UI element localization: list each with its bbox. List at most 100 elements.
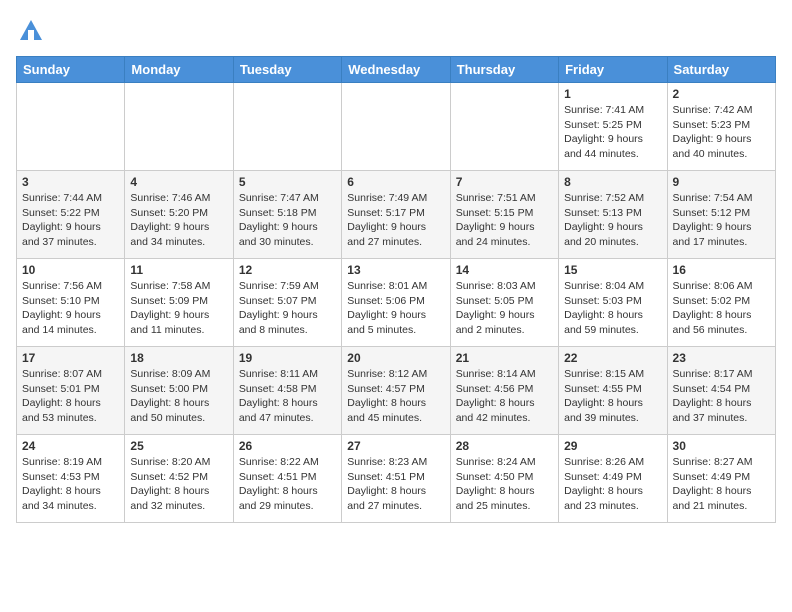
day-info: Sunrise: 8:20 AMSunset: 4:52 PMDaylight:…: [130, 455, 227, 514]
day-info: Sunrise: 8:11 AMSunset: 4:58 PMDaylight:…: [239, 367, 336, 426]
day-number: 2: [673, 87, 770, 101]
calendar-header-row: SundayMondayTuesdayWednesdayThursdayFrid…: [17, 57, 776, 83]
logo: [16, 16, 50, 46]
calendar-week-row: 24 Sunrise: 8:19 AMSunset: 4:53 PMDayligh…: [17, 435, 776, 523]
day-number: 23: [673, 351, 770, 365]
calendar-cell: 1 Sunrise: 7:41 AMSunset: 5:25 PMDaylight…: [559, 83, 667, 171]
day-number: 30: [673, 439, 770, 453]
day-info: Sunrise: 7:42 AMSunset: 5:23 PMDaylight:…: [673, 103, 770, 162]
day-info: Sunrise: 7:56 AMSunset: 5:10 PMDaylight:…: [22, 279, 119, 338]
calendar-day-header: Monday: [125, 57, 233, 83]
calendar-cell: 20 Sunrise: 8:12 AMSunset: 4:57 PMDayligh…: [342, 347, 450, 435]
day-number: 1: [564, 87, 661, 101]
calendar-cell: [233, 83, 341, 171]
calendar-week-row: 1 Sunrise: 7:41 AMSunset: 5:25 PMDaylight…: [17, 83, 776, 171]
day-info: Sunrise: 8:17 AMSunset: 4:54 PMDaylight:…: [673, 367, 770, 426]
day-info: Sunrise: 8:14 AMSunset: 4:56 PMDaylight:…: [456, 367, 553, 426]
calendar-cell: 8 Sunrise: 7:52 AMSunset: 5:13 PMDaylight…: [559, 171, 667, 259]
calendar-day-header: Sunday: [17, 57, 125, 83]
day-number: 10: [22, 263, 119, 277]
day-number: 25: [130, 439, 227, 453]
calendar-cell: 10 Sunrise: 7:56 AMSunset: 5:10 PMDayligh…: [17, 259, 125, 347]
calendar-cell: 6 Sunrise: 7:49 AMSunset: 5:17 PMDaylight…: [342, 171, 450, 259]
calendar-cell: 3 Sunrise: 7:44 AMSunset: 5:22 PMDaylight…: [17, 171, 125, 259]
day-info: Sunrise: 8:19 AMSunset: 4:53 PMDaylight:…: [22, 455, 119, 514]
day-number: 7: [456, 175, 553, 189]
calendar-cell: 18 Sunrise: 8:09 AMSunset: 5:00 PMDayligh…: [125, 347, 233, 435]
day-number: 9: [673, 175, 770, 189]
day-number: 13: [347, 263, 444, 277]
calendar-day-header: Wednesday: [342, 57, 450, 83]
calendar-cell: 23 Sunrise: 8:17 AMSunset: 4:54 PMDayligh…: [667, 347, 775, 435]
day-info: Sunrise: 8:22 AMSunset: 4:51 PMDaylight:…: [239, 455, 336, 514]
calendar-cell: 5 Sunrise: 7:47 AMSunset: 5:18 PMDaylight…: [233, 171, 341, 259]
calendar-cell: 2 Sunrise: 7:42 AMSunset: 5:23 PMDaylight…: [667, 83, 775, 171]
calendar-cell: [450, 83, 558, 171]
calendar-cell: 7 Sunrise: 7:51 AMSunset: 5:15 PMDaylight…: [450, 171, 558, 259]
calendar-cell: 13 Sunrise: 8:01 AMSunset: 5:06 PMDayligh…: [342, 259, 450, 347]
day-number: 11: [130, 263, 227, 277]
day-number: 12: [239, 263, 336, 277]
calendar-cell: 21 Sunrise: 8:14 AMSunset: 4:56 PMDayligh…: [450, 347, 558, 435]
calendar-cell: [17, 83, 125, 171]
day-info: Sunrise: 7:51 AMSunset: 5:15 PMDaylight:…: [456, 191, 553, 250]
calendar-table: SundayMondayTuesdayWednesdayThursdayFrid…: [16, 56, 776, 523]
logo-icon: [16, 16, 46, 46]
day-number: 14: [456, 263, 553, 277]
day-number: 18: [130, 351, 227, 365]
day-info: Sunrise: 8:04 AMSunset: 5:03 PMDaylight:…: [564, 279, 661, 338]
day-number: 22: [564, 351, 661, 365]
calendar-cell: 28 Sunrise: 8:24 AMSunset: 4:50 PMDayligh…: [450, 435, 558, 523]
day-info: Sunrise: 7:41 AMSunset: 5:25 PMDaylight:…: [564, 103, 661, 162]
calendar-cell: 4 Sunrise: 7:46 AMSunset: 5:20 PMDaylight…: [125, 171, 233, 259]
day-info: Sunrise: 8:12 AMSunset: 4:57 PMDaylight:…: [347, 367, 444, 426]
day-number: 29: [564, 439, 661, 453]
day-info: Sunrise: 7:49 AMSunset: 5:17 PMDaylight:…: [347, 191, 444, 250]
day-number: 27: [347, 439, 444, 453]
calendar-cell: [342, 83, 450, 171]
calendar-day-header: Saturday: [667, 57, 775, 83]
day-number: 19: [239, 351, 336, 365]
calendar-cell: 17 Sunrise: 8:07 AMSunset: 5:01 PMDayligh…: [17, 347, 125, 435]
calendar-cell: 11 Sunrise: 7:58 AMSunset: 5:09 PMDayligh…: [125, 259, 233, 347]
day-info: Sunrise: 7:46 AMSunset: 5:20 PMDaylight:…: [130, 191, 227, 250]
day-number: 3: [22, 175, 119, 189]
day-info: Sunrise: 8:09 AMSunset: 5:00 PMDaylight:…: [130, 367, 227, 426]
day-info: Sunrise: 7:58 AMSunset: 5:09 PMDaylight:…: [130, 279, 227, 338]
day-info: Sunrise: 8:24 AMSunset: 4:50 PMDaylight:…: [456, 455, 553, 514]
day-number: 24: [22, 439, 119, 453]
calendar-week-row: 3 Sunrise: 7:44 AMSunset: 5:22 PMDaylight…: [17, 171, 776, 259]
day-info: Sunrise: 7:59 AMSunset: 5:07 PMDaylight:…: [239, 279, 336, 338]
calendar-cell: 25 Sunrise: 8:20 AMSunset: 4:52 PMDayligh…: [125, 435, 233, 523]
day-number: 20: [347, 351, 444, 365]
calendar-day-header: Thursday: [450, 57, 558, 83]
calendar-cell: [125, 83, 233, 171]
calendar-cell: 15Sunrise: 8:04 AMSunset: 5:03 PMDayligh…: [559, 259, 667, 347]
day-number: 5: [239, 175, 336, 189]
calendar-cell: 30Sunrise: 8:27 AMSunset: 4:49 PMDayligh…: [667, 435, 775, 523]
page: SundayMondayTuesdayWednesdayThursdayFrid…: [0, 0, 792, 612]
calendar-cell: 27 Sunrise: 8:23 AMSunset: 4:51 PMDayligh…: [342, 435, 450, 523]
day-info: Sunrise: 7:44 AMSunset: 5:22 PMDaylight:…: [22, 191, 119, 250]
day-number: 26: [239, 439, 336, 453]
day-info: Sunrise: 7:47 AMSunset: 5:18 PMDaylight:…: [239, 191, 336, 250]
calendar-cell: 16 Sunrise: 8:06 AMSunset: 5:02 PMDayligh…: [667, 259, 775, 347]
day-info: Sunrise: 8:23 AMSunset: 4:51 PMDaylight:…: [347, 455, 444, 514]
day-info: Sunrise: 7:52 AMSunset: 5:13 PMDaylight:…: [564, 191, 661, 250]
day-info: Sunrise: 8:06 AMSunset: 5:02 PMDaylight:…: [673, 279, 770, 338]
day-number: 6: [347, 175, 444, 189]
day-number: 8: [564, 175, 661, 189]
header: [16, 16, 776, 46]
calendar-cell: 29Sunrise: 8:26 AMSunset: 4:49 PMDayligh…: [559, 435, 667, 523]
calendar-cell: 26 Sunrise: 8:22 AMSunset: 4:51 PMDayligh…: [233, 435, 341, 523]
day-number: 28: [456, 439, 553, 453]
day-info: Sunrise: 8:01 AMSunset: 5:06 PMDaylight:…: [347, 279, 444, 338]
day-number: 17: [22, 351, 119, 365]
day-number: 4: [130, 175, 227, 189]
day-number: 21: [456, 351, 553, 365]
day-info: Sunrise: 7:54 AMSunset: 5:12 PMDaylight:…: [673, 191, 770, 250]
calendar-cell: 22Sunrise: 8:15 AMSunset: 4:55 PMDayligh…: [559, 347, 667, 435]
day-number: 16: [673, 263, 770, 277]
day-info: Sunrise: 8:07 AMSunset: 5:01 PMDaylight:…: [22, 367, 119, 426]
calendar-cell: 9 Sunrise: 7:54 AMSunset: 5:12 PMDaylight…: [667, 171, 775, 259]
